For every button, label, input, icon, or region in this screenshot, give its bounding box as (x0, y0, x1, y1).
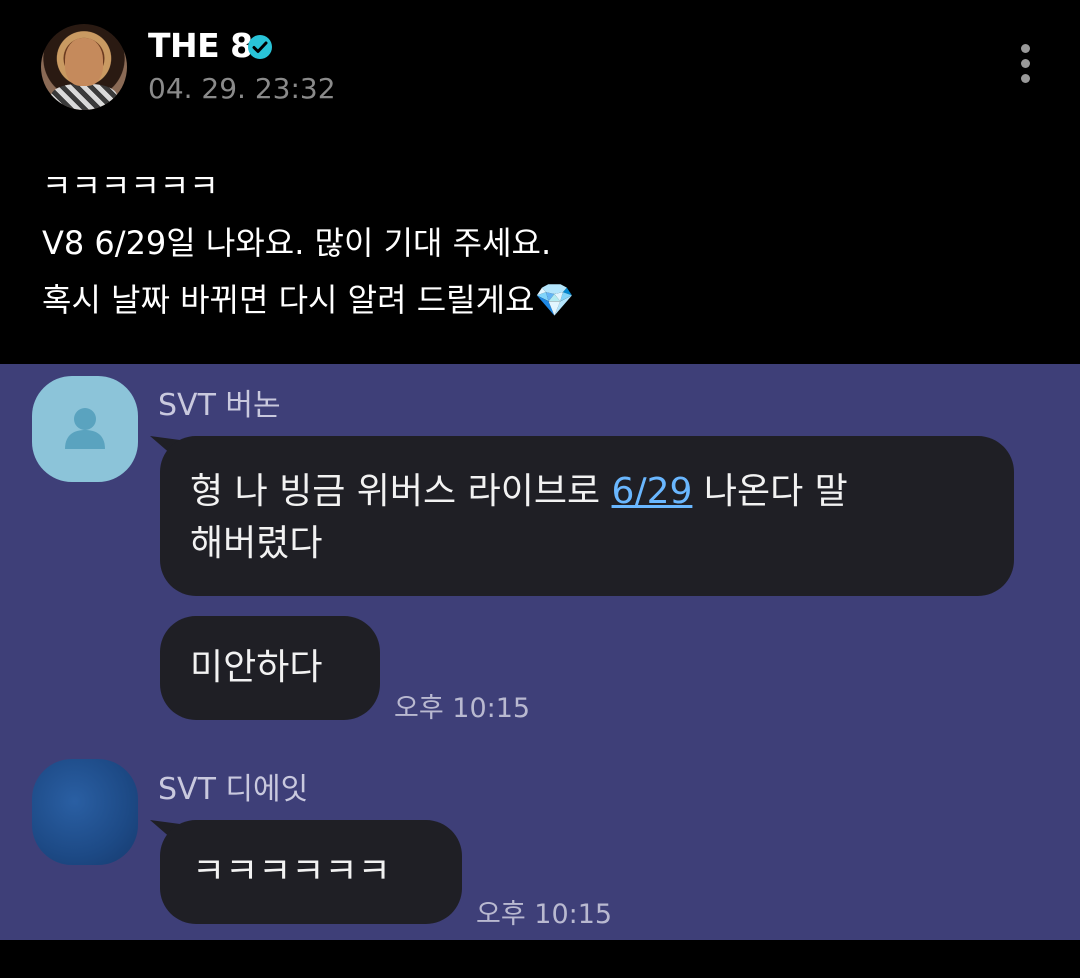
sender-avatar-vernon (32, 376, 138, 482)
author-name[interactable]: THE 8 (148, 26, 253, 65)
bottom-bar (0, 940, 1080, 978)
message-bubble: ㅋㅋㅋㅋㅋㅋ (160, 820, 462, 924)
message-bubble: 형 나 빙금 위버스 라이브로 6/29 나온다 말 해버렸다 (160, 436, 1014, 596)
author-avatar[interactable] (41, 24, 127, 110)
default-profile-icon (65, 408, 105, 449)
post-line: 혹시 날짜 바뀌면 다시 알려 드릴게요💎 (42, 281, 575, 319)
sender-avatar-dino (32, 759, 138, 865)
message-text: 미안하다 (190, 647, 323, 688)
post-line: ㅋㅋㅋㅋㅋㅋ (42, 167, 219, 205)
sender-name: SVT 디에잇 (158, 772, 309, 807)
post-timestamp: 04. 29. 23:32 (148, 72, 336, 105)
message-time: 오후 10:15 (394, 693, 531, 724)
message-text: ㅋㅋㅋㅋㅋㅋ (192, 851, 391, 892)
chat-screenshot: SVT 버논 형 나 빙금 위버스 라이브로 6/29 나온다 말 해버렸다 미… (0, 364, 1080, 940)
sender-name: SVT 버논 (158, 388, 281, 423)
more-vertical-icon[interactable] (1012, 44, 1038, 92)
post-line: V8 6/29일 나와요. 많이 기대 주세요. (42, 224, 552, 262)
message-text: 형 나 빙금 위버스 라이브로 (190, 471, 612, 512)
message-text: 해버렸다 (190, 523, 323, 564)
post-header: THE 8 04. 29. 23:32 (0, 0, 1080, 130)
message-bubble: 미안하다 (160, 616, 380, 720)
post-text: ㅋㅋㅋㅋㅋㅋ V8 6/29일 나와요. 많이 기대 주세요. 혹시 날짜 바뀌… (42, 158, 1042, 329)
message-time: 오후 10:15 (476, 899, 613, 930)
verified-badge-icon (248, 35, 272, 59)
date-link[interactable]: 6/29 (612, 471, 693, 512)
message-text: 나온다 말 (692, 471, 848, 512)
